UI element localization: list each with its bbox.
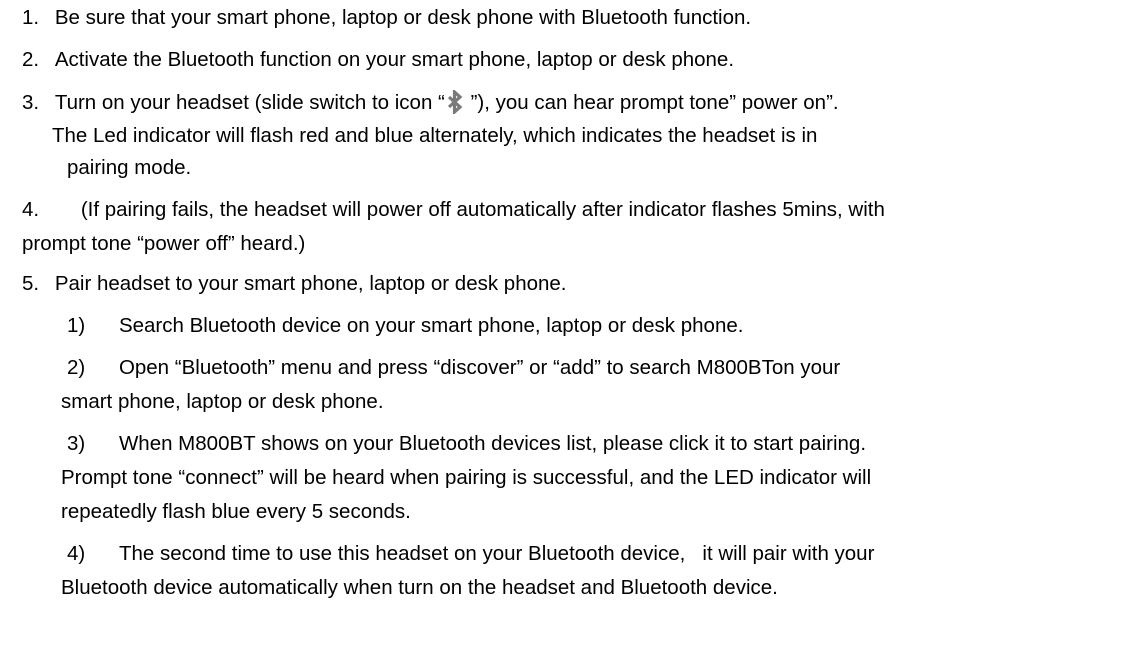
step-number: 1. — [22, 6, 40, 29]
step-number: 2. — [22, 48, 40, 71]
step-text-before-icon: Turn on your headset (slide switch to ic… — [54, 91, 445, 114]
sub-4-continuation: Bluetooth device automatically when turn… — [61, 576, 778, 599]
sub-3-continuation: repeatedly flash blue every 5 seconds. — [61, 500, 411, 523]
sub-item-3: 3) When M800BT shows on your Bluetooth d… — [67, 432, 866, 456]
step-number: 5. — [22, 272, 40, 295]
document-page: { "items": { "step1": {"num": "1.", "tex… — [0, 0, 1128, 660]
list-item-step-4: 4. (If pairing fails, the headset will p… — [22, 198, 885, 222]
sub-number: 1) — [67, 314, 86, 337]
list-item-step-2: 2. Activate the Bluetooth function on yo… — [22, 48, 734, 72]
step-number: 3. — [22, 91, 40, 114]
list-item-step-3: 3. Turn on your headset (slide switch to… — [22, 90, 839, 114]
sub-text: The second time to use this headset on y… — [118, 542, 875, 565]
bluetooth-icon — [445, 90, 465, 114]
sub-text: Open “Bluetooth” menu and press “discove… — [118, 356, 841, 379]
sub-number: 4) — [67, 542, 86, 565]
sub-item-2: 2) Open “Bluetooth” menu and press “disc… — [67, 356, 840, 380]
step-text: Be sure that your smart phone, laptop or… — [54, 6, 752, 29]
sub-2-continuation: smart phone, laptop or desk phone. — [61, 390, 384, 413]
sub-text: Search Bluetooth device on your smart ph… — [118, 314, 744, 337]
step-number: 4. — [22, 198, 40, 221]
step-text: Activate the Bluetooth function on your … — [54, 48, 735, 71]
sub-text: When M800BT shows on your Bluetooth devi… — [118, 432, 867, 455]
sub-number: 3) — [67, 432, 86, 455]
sub-item-1: 1) Search Bluetooth device on your smart… — [67, 314, 743, 338]
sub-item-4: 4) The second time to use this headset o… — [67, 542, 874, 566]
step-3-continuation: The Led indicator will flash red and blu… — [52, 124, 818, 147]
step-text: Pair headset to your smart phone, laptop… — [54, 272, 567, 295]
step-text: (If pairing fails, the headset will powe… — [80, 198, 885, 221]
list-item-step-5: 5. Pair headset to your smart phone, lap… — [22, 272, 567, 296]
step-text-after-icon: ”), you can hear prompt tone” power on”. — [464, 91, 839, 114]
list-item-step-1: 1. Be sure that your smart phone, laptop… — [22, 6, 751, 30]
step-4-continuation: prompt tone “power off” heard.) — [22, 232, 306, 255]
sub-3-continuation: Prompt tone “connect” will be heard when… — [61, 466, 872, 489]
sub-number: 2) — [67, 356, 86, 379]
step-3-continuation: pairing mode. — [67, 156, 192, 179]
